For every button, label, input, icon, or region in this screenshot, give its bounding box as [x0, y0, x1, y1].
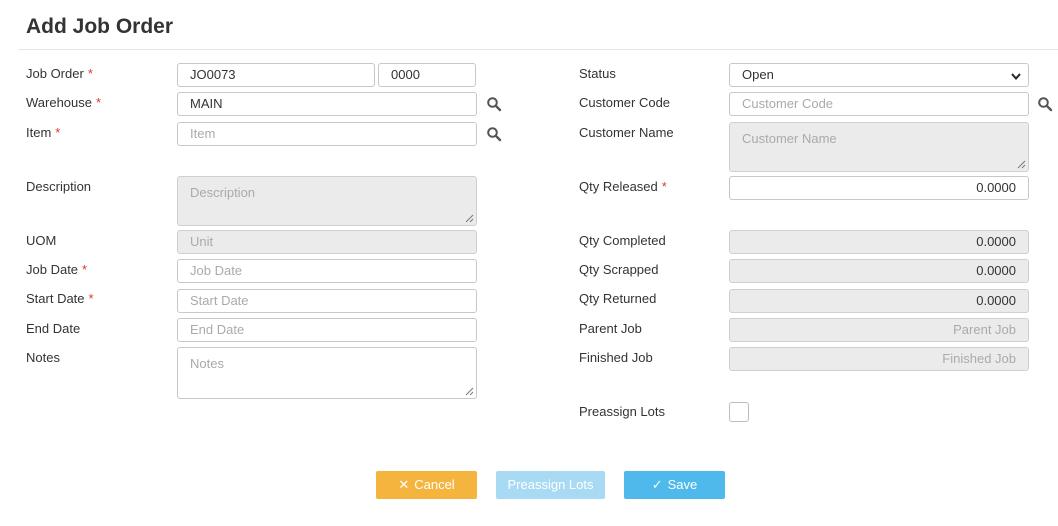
search-icon[interactable] [1037, 96, 1053, 112]
item-input[interactable]: Item [177, 122, 477, 146]
finished-job-input: Finished Job [729, 347, 1029, 371]
job-date-label: Job Date * [26, 262, 88, 277]
search-icon[interactable] [486, 96, 502, 112]
warehouse-label: Warehouse * [26, 95, 102, 110]
end-date-input[interactable]: End Date [177, 318, 477, 342]
qty-released-label: Qty Released * [579, 179, 667, 194]
job-order-label: Job Order * [26, 66, 93, 81]
warehouse-input[interactable]: MAIN [177, 92, 477, 116]
qty-returned-input: 0.0000 [729, 289, 1029, 313]
uom-input: Unit [177, 230, 477, 254]
end-date-label: End Date [26, 321, 81, 336]
customer-code-input[interactable]: Customer Code [729, 92, 1029, 116]
resize-grip-icon[interactable] [465, 214, 474, 223]
qty-scrapped-label: Qty Scrapped [579, 262, 659, 277]
resize-grip-icon[interactable] [465, 387, 474, 396]
required-mark: * [55, 125, 61, 140]
start-date-input[interactable]: Start Date [177, 289, 477, 313]
customer-name-placeholder: Customer Name [742, 131, 837, 146]
required-mark: * [661, 179, 667, 194]
preassign-lots-button[interactable]: Preassign Lots [496, 471, 605, 499]
job-order-input[interactable]: JO0073 [177, 63, 375, 87]
required-mark: * [82, 262, 88, 277]
close-icon: ✕ [398, 477, 410, 492]
qty-released-input[interactable]: 0.0000 [729, 176, 1029, 200]
notes-textarea[interactable]: Notes [177, 347, 477, 399]
qty-completed-input: 0.0000 [729, 230, 1029, 254]
page-title: Add Job Order [26, 15, 174, 38]
finished-job-label: Finished Job [579, 350, 653, 365]
required-mark: * [96, 95, 102, 110]
preassign-lots-checkbox[interactable] [729, 402, 749, 422]
preassign-lots-label: Preassign Lots [579, 404, 665, 419]
customer-code-label: Customer Code [579, 95, 671, 110]
start-date-label: Start Date * [26, 291, 94, 306]
job-order-suffix-input[interactable]: 0000 [378, 63, 476, 87]
qty-completed-label: Qty Completed [579, 233, 666, 248]
uom-label: UOM [26, 233, 57, 248]
resize-grip-icon[interactable] [1017, 160, 1026, 169]
notes-label: Notes [26, 350, 60, 365]
status-selected-value: Open [742, 67, 774, 82]
check-icon: ✓ [651, 477, 663, 492]
title-divider [18, 49, 1058, 50]
status-select[interactable]: Open [729, 63, 1029, 87]
required-mark: * [87, 66, 93, 81]
cancel-button-label: Cancel [414, 477, 455, 492]
parent-job-input: Parent Job [729, 318, 1029, 342]
qty-returned-label: Qty Returned [579, 291, 657, 306]
parent-job-label: Parent Job [579, 321, 642, 336]
status-label: Status [579, 66, 616, 81]
save-button-label: Save [667, 477, 698, 492]
required-mark: * [88, 291, 94, 306]
job-date-input[interactable]: Job Date [177, 259, 477, 283]
description-label: Description [26, 179, 92, 194]
customer-name-label: Customer Name [579, 125, 674, 140]
notes-placeholder: Notes [190, 356, 224, 371]
chevron-down-icon [1011, 73, 1021, 81]
description-textarea[interactable]: Description [177, 176, 477, 226]
cancel-button[interactable]: ✕ Cancel [376, 471, 477, 499]
qty-scrapped-input: 0.0000 [729, 259, 1029, 283]
search-icon[interactable] [486, 126, 502, 142]
customer-name-textarea: Customer Name [729, 122, 1029, 172]
item-label: Item * [26, 125, 61, 140]
description-placeholder: Description [190, 185, 256, 200]
save-button[interactable]: ✓ Save [624, 471, 725, 499]
